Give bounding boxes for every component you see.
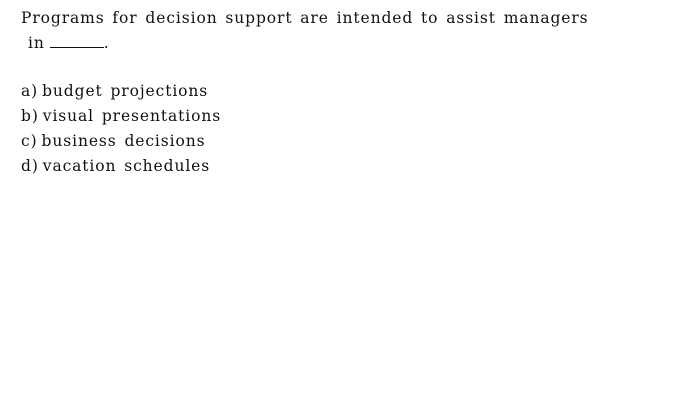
option-d[interactable]: d) vacation schedules <box>21 154 221 179</box>
answer-options: a) budget projections b) visual presentati… <box>21 79 221 179</box>
option-b[interactable]: b) visual presentations <box>21 104 221 129</box>
question-line-2: in. <box>21 31 681 56</box>
question-line-1: Programs for decision support are intend… <box>21 9 589 27</box>
answer-blank <box>49 33 104 48</box>
question-text: Programs for decision support are intend… <box>21 6 681 56</box>
question-line-2-suffix: . <box>103 34 110 52</box>
quiz-page: Programs for decision support are intend… <box>0 0 700 400</box>
option-a[interactable]: a) budget projections <box>21 79 221 104</box>
option-text: budget projections <box>42 82 209 100</box>
option-letter: a) <box>21 82 39 100</box>
option-c[interactable]: c) business decisions <box>21 129 221 154</box>
option-text: business decisions <box>41 132 206 150</box>
option-letter: c) <box>21 132 38 150</box>
option-text: vacation schedules <box>42 157 211 175</box>
option-text: visual presentations <box>42 107 222 125</box>
option-letter: d) <box>21 157 39 175</box>
option-letter: b) <box>21 107 39 125</box>
question-line-2-prefix: in <box>28 34 45 52</box>
